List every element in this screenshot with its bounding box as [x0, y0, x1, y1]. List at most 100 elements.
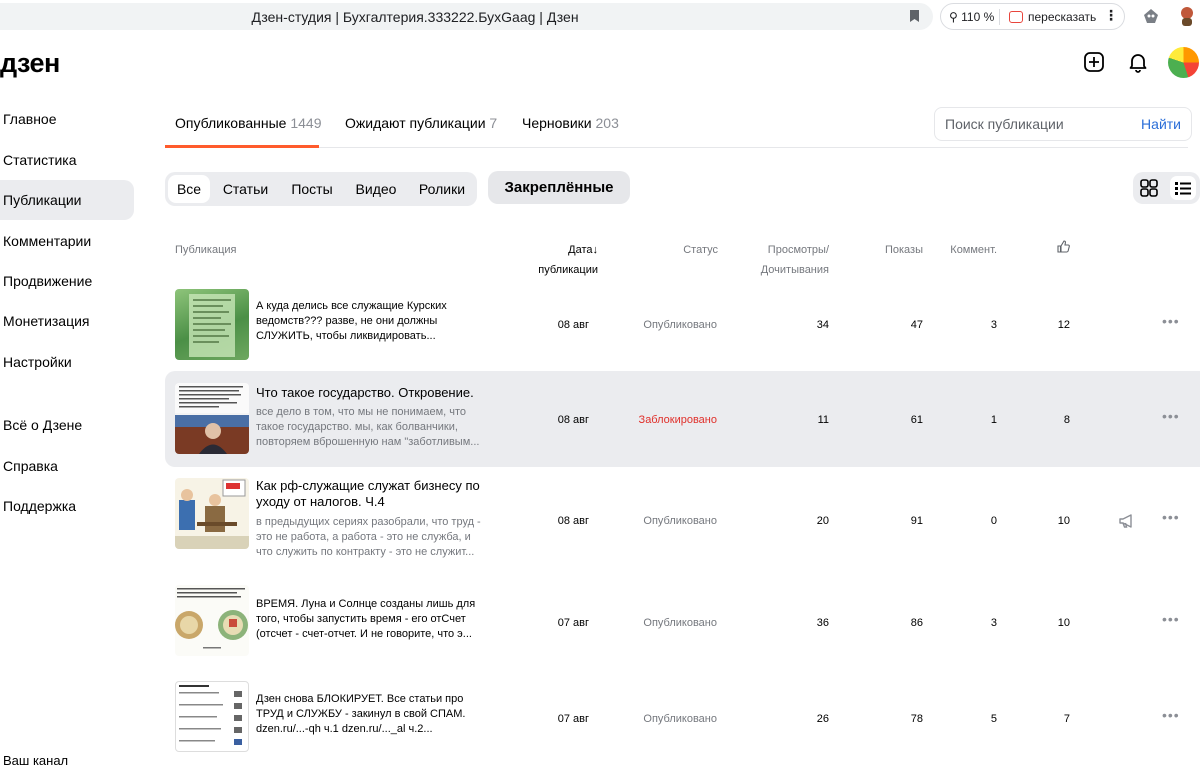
sidebar-item-about[interactable]: Всё о Дзене	[0, 405, 134, 445]
publication-thumbnail	[175, 681, 249, 752]
table-row[interactable]: Дзен снова БЛОКИРУЕТ. Все статьи про ТРУ…	[165, 669, 1200, 765]
sidebar-item-settings[interactable]: Настройки	[0, 342, 134, 382]
tab-count: 203	[595, 115, 619, 131]
list-view-button[interactable]	[1170, 176, 1196, 200]
bookmark-icon[interactable]	[909, 9, 920, 23]
sidebar-item-comments[interactable]: Комментарии	[0, 221, 134, 261]
publication-title[interactable]: Дзен снова БЛОКИРУЕТ. Все статьи про ТРУ…	[256, 692, 486, 737]
publication-date: 07 авг	[557, 713, 589, 725]
more-actions-icon[interactable]: •••	[1162, 313, 1180, 329]
retell-button[interactable]: пересказать	[1028, 10, 1096, 24]
sidebar-item-publications[interactable]: Публикации	[0, 180, 134, 220]
column-comments[interactable]: Коммент.	[945, 240, 997, 260]
more-vert-icon[interactable]: ⋮	[1104, 7, 1118, 24]
search-button[interactable]: Найти	[1141, 116, 1181, 132]
bell-icon[interactable]	[1126, 50, 1150, 74]
type-filter: Все Статьи Посты Видео Ролики	[165, 172, 477, 206]
tab-published[interactable]: Опубликованные 1449	[175, 115, 322, 131]
comments-count: 3	[990, 617, 997, 629]
zoom-indicator[interactable]: ⚲ 110 %	[949, 10, 994, 24]
publication-date: 08 авг	[557, 414, 589, 426]
filter-shorts[interactable]: Ролики	[412, 175, 472, 203]
column-views-line1: Просмотры/	[767, 244, 829, 256]
filter-posts[interactable]: Посты	[284, 175, 340, 203]
views-count: 20	[816, 515, 829, 527]
more-actions-icon[interactable]: •••	[1162, 611, 1180, 627]
publication-status: Опубликовано	[643, 515, 717, 527]
sidebar-item-stats[interactable]: Статистика	[0, 140, 134, 180]
publication-title[interactable]: А куда делись все служащие Курских ведом…	[256, 299, 486, 344]
profile-extension-icon[interactable]	[1177, 5, 1197, 27]
more-actions-icon[interactable]: •••	[1162, 509, 1180, 525]
views-count: 34	[816, 319, 829, 331]
publication-title[interactable]: Как рф-служащие служат бизнесу по уходу …	[256, 478, 486, 510]
browser-toolbar: Дзен-студия | Бухгалтерия.333222.БухGaag…	[0, 0, 1200, 32]
impressions-count: 61	[910, 414, 923, 426]
sidebar-footer-channel[interactable]: Ваш канал	[3, 753, 68, 768]
impressions-count: 47	[910, 319, 923, 331]
pinned-filter-button[interactable]: Закреплённые	[488, 171, 630, 204]
impressions-count: 91	[910, 515, 923, 527]
sidebar-item-monetization[interactable]: Монетизация	[0, 301, 134, 341]
dzen-logo[interactable]: дзен	[0, 48, 60, 79]
publication-excerpt-line: такое государство. мы, как болванчики,	[256, 421, 458, 433]
publication-title[interactable]: Что такое государство. Откровение.	[256, 385, 486, 401]
filter-articles[interactable]: Статьи	[216, 175, 275, 203]
publication-status: Опубликовано	[643, 319, 717, 331]
zoom-level: 110 %	[961, 10, 995, 24]
sidebar-item-help[interactable]: Справка	[0, 446, 134, 486]
avatar[interactable]	[1168, 47, 1199, 78]
likes-count: 7	[1063, 713, 1070, 725]
more-actions-icon[interactable]: •••	[1162, 707, 1180, 723]
likes-count: 10	[1057, 515, 1070, 527]
filter-video[interactable]: Видео	[348, 175, 404, 203]
filter-all[interactable]: Все	[168, 175, 210, 203]
publication-status: Опубликовано	[643, 713, 717, 725]
divider	[999, 9, 1000, 25]
comments-count: 5	[990, 713, 997, 725]
likes-count: 12	[1057, 319, 1070, 331]
tab-drafts[interactable]: Черновики 203	[522, 115, 619, 131]
address-bar[interactable]: Дзен-студия | Бухгалтерия.333222.БухGaag…	[0, 3, 933, 30]
publication-title[interactable]: ВРЕМЯ. Луна и Солнце созданы лишь для то…	[256, 597, 486, 642]
active-tab-indicator	[165, 145, 319, 148]
publication-thumbnail	[175, 478, 249, 549]
like-icon[interactable]	[1057, 240, 1070, 253]
column-impressions[interactable]: Показы	[870, 240, 923, 260]
search-input[interactable]	[945, 116, 1125, 132]
comments-count: 3	[990, 319, 997, 331]
table-row[interactable]: ВРЕМЯ. Луна и Солнце созданы лишь для то…	[165, 573, 1200, 669]
publication-excerpt-line: что служить по контракту - это не служит…	[256, 546, 475, 558]
sidebar-item-promotion[interactable]: Продвижение	[0, 261, 134, 301]
publication-status: Заблокировано	[638, 414, 717, 426]
publication-date: 08 авг	[557, 515, 589, 527]
extension-icon[interactable]	[1141, 7, 1161, 25]
column-views[interactable]: Просмотры/ Дочитывания	[755, 240, 829, 280]
tab-label: Черновики	[522, 115, 592, 131]
table-row[interactable]: Как рф-служащие служат бизнесу по уходу …	[165, 472, 1200, 568]
promote-megaphone-icon[interactable]	[1118, 513, 1136, 529]
table-row[interactable]: Что такое государство. Откровение. все д…	[165, 371, 1200, 467]
publication-excerpt-line: в предыдущих сериях разобрали, что труд …	[256, 516, 481, 528]
impressions-count: 78	[910, 713, 923, 725]
tab-count: 1449	[290, 115, 322, 131]
retell-icon	[1009, 11, 1023, 23]
grid-view-button[interactable]	[1136, 176, 1162, 200]
comments-count: 0	[990, 515, 997, 527]
views-count: 36	[816, 617, 829, 629]
sidebar-item-support[interactable]: Поддержка	[0, 486, 134, 526]
table-row[interactable]: А куда делись все служащие Курских ведом…	[165, 277, 1200, 373]
view-switcher	[1133, 172, 1200, 204]
comments-count: 1	[990, 414, 997, 426]
column-date[interactable]: Дата↓ публикации	[529, 240, 598, 280]
grid-icon	[1140, 179, 1158, 197]
thumbnail-image	[175, 479, 249, 549]
tab-label: Ожидают публикации	[345, 115, 486, 131]
tab-scheduled[interactable]: Ожидают публикации 7	[345, 115, 497, 131]
more-actions-icon[interactable]: •••	[1162, 408, 1180, 424]
zoom-retell-pill: ⚲ 110 % пересказать ⋮	[940, 3, 1125, 30]
sidebar-item-main[interactable]: Главное	[0, 99, 134, 139]
list-icon	[1175, 182, 1191, 195]
add-icon[interactable]	[1082, 50, 1106, 74]
publication-status: Опубликовано	[643, 617, 717, 629]
